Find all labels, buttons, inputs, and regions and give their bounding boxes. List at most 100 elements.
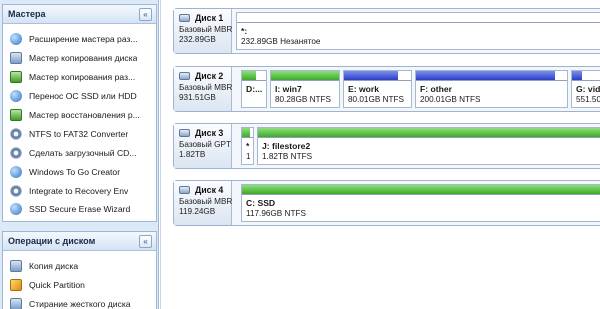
wizards-panel: Мастера « Расширение мастера раз... Маст… [2,4,157,222]
disk-op-item-label: Стирание жесткого диска [29,299,131,309]
disk-type: Базовый MBR [179,25,233,34]
disk-size: 119.24GB [179,207,216,216]
disk-map: Диск 1 Базовый MBR 232.89GB *: 232.89GB … [160,0,600,309]
partition-name: * [246,141,250,151]
hard-disk-icon [179,72,190,80]
disk-title: Диск 4 [195,185,224,195]
wizard-item-label: SSD Secure Erase Wizard [29,204,131,215]
partition-c-ssd[interactable]: C: SSD 117.96GB NTFS [241,184,600,222]
partition-usage-bar [242,185,600,194]
partition-unallocated[interactable]: *: 232.89GB Незанятое [236,12,600,50]
hard-disk-icon [179,14,190,22]
partition-name: F: other [420,84,452,94]
partition-usage-bar [258,128,600,137]
disk-op-item-quick-partition[interactable]: Quick Partition [3,276,156,295]
partition-detail: 1.82TB NTFS [262,152,313,161]
disk-info-4[interactable]: Диск 4 Базовый MBR 119.24GB [174,181,232,225]
disk-copy-icon [10,52,22,65]
partition-reserved[interactable]: * 1 [241,127,254,165]
wizards-panel-header[interactable]: Мастера « [3,5,156,24]
disk-ops-panel: Операции с диском « Копия диска Quick Pa… [2,231,157,309]
partition-name: E: work [348,84,380,94]
wizard-item-ssd-erase[interactable]: SSD Secure Erase Wizard [3,200,156,219]
disk-ops-collapse-icon[interactable]: « [139,234,152,248]
wizard-item-label: Перенос ОС SSD или HDD [29,91,137,102]
quick-partition-icon [10,279,22,292]
partition-f-other[interactable]: F: other 200.01GB NTFS [415,70,568,108]
disk-row-1[interactable]: Диск 1 Базовый MBR 232.89GB *: 232.89GB … [173,8,600,54]
disk-info-3[interactable]: Диск 3 Базовый GPT 1.82TB [174,124,232,168]
partition-name: *: [241,26,248,36]
wizard-item-disk-copy[interactable]: Мастер копирования диска [3,49,156,68]
partition-detail: 232.89GB Незанятое [241,37,321,46]
partition-detail: 1 [246,152,251,161]
wizards-collapse-icon[interactable]: « [139,7,152,21]
partition-detail: 117.96GB NTFS [246,209,306,218]
os-migrate-icon [10,90,22,103]
disk-type: Базовый MBR [179,83,233,92]
partition-usage-bar [416,71,555,80]
bootable-cd-icon [10,146,22,159]
wizard-item-ntfs-fat32[interactable]: NTFS to FAT32 Converter [3,124,156,143]
disk-row-3[interactable]: Диск 3 Базовый GPT 1.82TB * 1 J: filesto… [173,123,600,169]
disk-op-item-copy[interactable]: Копия диска [3,257,156,276]
partition-i-win7[interactable]: I: win7 80.28GB NTFS [270,70,340,108]
disk-copy-icon [10,260,22,273]
partition-detail: 80.01GB NTFS [348,95,404,104]
wizard-item-label: Расширение мастера раз... [29,34,138,45]
disk-size: 232.89GB [179,35,216,44]
disk-size: 931.51GB [179,93,216,102]
wizards-panel-title: Мастера [8,9,46,19]
wizard-item-label: Windows To Go Creator [29,166,121,177]
disk-title: Диск 3 [195,128,224,138]
partition-name: G: vid [576,84,600,94]
disk-op-item-wipe[interactable]: Стирание жесткого диска [3,295,156,309]
partition-detail: 551.50 [576,95,600,104]
partition-detail: 80.28GB NTFS [275,95,331,104]
disk-row-2[interactable]: Диск 2 Базовый MBR 931.51GB D:... I: win… [173,66,600,112]
partition-copy-icon [10,71,22,84]
partition-extend-icon [10,33,22,46]
wizard-item-label: NTFS to FAT32 Converter [29,128,129,139]
disk-type: Базовый GPT [179,140,231,149]
partition-g-vid[interactable]: G: vid 551.50 [571,70,600,108]
converter-icon [10,127,22,140]
partition-d[interactable]: D:... [241,70,267,108]
windows-to-go-icon [10,165,22,178]
wizard-item-partition-recovery[interactable]: Мастер восстановления р... [3,106,156,125]
wizard-item-label: Мастер восстановления р... [29,110,140,120]
disk-title: Диск 2 [195,71,224,81]
disk-title: Диск 1 [195,13,224,23]
sidebar: Мастера « Расширение мастера раз... Маст… [0,0,159,309]
wizard-item-recovery-env[interactable]: Integrate to Recovery Env [3,181,156,200]
partition-e-work[interactable]: E: work 80.01GB NTFS [343,70,412,108]
disk-row-4[interactable]: Диск 4 Базовый MBR 119.24GB C: SSD 117.9… [173,180,600,226]
disk-type: Базовый MBR [179,197,233,206]
partition-name: C: SSD [246,198,276,208]
wizard-item-extend-partition[interactable]: Расширение мастера раз... [3,30,156,49]
wizard-item-label: Мастер копирования раз... [29,72,136,83]
partition-name: D:... [246,84,263,94]
ssd-erase-icon [10,203,22,216]
disk-op-item-label: Копия диска [29,261,79,272]
partition-usage-bar [344,71,398,80]
wizard-item-partition-copy[interactable]: Мастер копирования раз... [3,68,156,87]
wizard-item-bootable-cd[interactable]: Сделать загрузочный CD... [3,143,156,162]
wizard-item-label: Integrate to Recovery Env [29,185,129,196]
recovery-env-icon [10,184,22,197]
partition-usage-bar [242,71,257,80]
wizard-item-windows-to-go[interactable]: Windows To Go Creator [3,162,156,181]
disk-info-2[interactable]: Диск 2 Базовый MBR 931.51GB [174,67,232,111]
partition-usage-bar [271,71,339,80]
wizard-item-label: Мастер копирования диска [29,53,138,64]
wizard-item-os-migrate[interactable]: Перенос ОС SSD или HDD [3,87,156,106]
partition-name: I: win7 [275,84,302,94]
disk-info-1[interactable]: Диск 1 Базовый MBR 232.89GB [174,9,232,53]
partition-name: J: filestore2 [262,141,311,151]
disk-ops-panel-header[interactable]: Операции с диском « [3,232,156,251]
disk-size: 1.82TB [179,150,206,159]
disk-ops-panel-title: Операции с диском [8,236,96,246]
partition-detail: 200.01GB NTFS [420,95,481,104]
partition-recovery-icon [10,109,22,121]
partition-j-filestore2[interactable]: J: filestore2 1.82TB NTFS [257,127,600,165]
